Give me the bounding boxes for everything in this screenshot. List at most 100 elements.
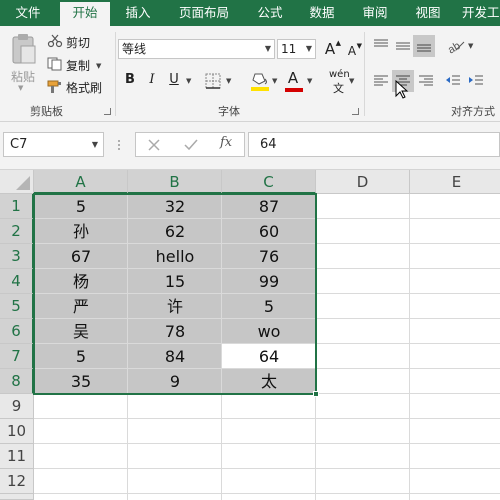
gridline bbox=[34, 493, 500, 494]
gridline bbox=[34, 468, 500, 469]
border-dropdown-icon[interactable]: ▼ bbox=[226, 77, 231, 85]
fill-color-icon[interactable] bbox=[250, 70, 270, 92]
column-header-e[interactable]: E bbox=[410, 170, 500, 194]
underline-button[interactable]: U bbox=[164, 70, 184, 90]
tab-view[interactable]: 视图 bbox=[408, 0, 448, 26]
copy-button[interactable]: 复制 bbox=[66, 57, 90, 74]
underline-dropdown-icon[interactable]: ▼ bbox=[186, 77, 191, 85]
row-header-10[interactable]: 10 bbox=[0, 419, 34, 444]
copy-icon bbox=[47, 57, 62, 71]
paste-icon[interactable] bbox=[9, 32, 39, 66]
decrease-indent-icon[interactable] bbox=[445, 73, 461, 89]
font-name-value: 等线 bbox=[122, 42, 147, 56]
caret-up-icon: ▲ bbox=[335, 39, 341, 47]
row-header-5[interactable]: 5 bbox=[0, 294, 34, 319]
ribbon-home: 粘贴 ▼ 剪切 复制 ▼ 格式刷 剪贴板 等线 ▼ 11 ▼ A ▲ A ▼ B I… bbox=[0, 26, 500, 122]
row-header-6[interactable]: 6 bbox=[0, 319, 34, 344]
highlight-color-swatch bbox=[251, 87, 269, 91]
align-left-icon[interactable] bbox=[373, 73, 389, 89]
tab-review[interactable]: 审阅 bbox=[355, 0, 395, 26]
border-icon[interactable] bbox=[205, 73, 221, 89]
increase-indent-icon[interactable] bbox=[468, 73, 484, 89]
insert-function-button[interactable]: fx bbox=[220, 135, 232, 150]
formula-input[interactable]: 64 bbox=[248, 132, 500, 157]
tab-home[interactable]: 开始 bbox=[60, 2, 110, 26]
name-box[interactable]: C7 ▼ bbox=[3, 132, 104, 157]
chevron-down-icon: ▼ bbox=[305, 44, 312, 53]
font-size-combo[interactable]: 11 ▼ bbox=[277, 39, 316, 59]
phonetic-guide-glyph: 文 bbox=[333, 82, 344, 95]
paste-button[interactable]: 粘贴 bbox=[11, 68, 35, 85]
caret-down-icon: ▼ bbox=[356, 42, 362, 50]
select-all-icon bbox=[16, 176, 30, 190]
worksheet-grid: A B C D E 1 2 3 4 5 6 7 8 9 10 11 12 13 … bbox=[0, 170, 500, 500]
column-header-d[interactable]: D bbox=[316, 170, 410, 194]
column-header-b[interactable]: B bbox=[128, 170, 222, 194]
column-header-c[interactable]: C bbox=[222, 170, 316, 194]
phonetic-guide-label[interactable]: wén bbox=[329, 69, 350, 80]
bold-button[interactable]: B bbox=[120, 70, 140, 90]
italic-button[interactable]: I bbox=[142, 70, 162, 90]
more-options-icon[interactable] bbox=[116, 138, 122, 152]
row-header-8[interactable]: 8 bbox=[0, 369, 34, 394]
tab-developer[interactable]: 开发工 bbox=[462, 0, 500, 26]
formula-bar: C7 ▼ fx 64 bbox=[0, 122, 500, 170]
select-all-button[interactable] bbox=[0, 170, 34, 194]
font-color-dropdown-icon[interactable]: ▼ bbox=[307, 77, 312, 85]
row-header-3[interactable]: 3 bbox=[0, 244, 34, 269]
row-header-7[interactable]: 7 bbox=[0, 344, 34, 369]
row-header-4[interactable]: 4 bbox=[0, 269, 34, 294]
format-painter-button[interactable]: 格式刷 bbox=[66, 79, 102, 96]
tab-insert[interactable]: 插入 bbox=[118, 0, 158, 26]
row-header-1[interactable]: 1 bbox=[0, 194, 34, 219]
shrink-font-glyph: A bbox=[347, 44, 357, 58]
phonetic-dropdown-icon[interactable]: ▼ bbox=[349, 77, 354, 85]
align-top-icon[interactable] bbox=[373, 38, 389, 54]
gridline bbox=[34, 443, 500, 444]
align-bottom-button[interactable] bbox=[413, 35, 435, 57]
align-bottom-icon bbox=[417, 44, 431, 52]
formula-buttons: fx bbox=[135, 132, 245, 157]
align-right-icon[interactable] bbox=[418, 73, 434, 89]
grow-font-button[interactable]: A ▲ bbox=[320, 39, 341, 59]
font-launcher-icon[interactable] bbox=[352, 108, 359, 115]
font-size-value: 11 bbox=[281, 42, 297, 56]
tab-file[interactable]: 文件 bbox=[4, 0, 52, 26]
tab-page-layout[interactable]: 页面布局 bbox=[174, 0, 234, 26]
chevron-down-icon: ▼ bbox=[91, 140, 98, 149]
column-header-a[interactable]: A bbox=[34, 170, 128, 194]
row-header-11[interactable]: 11 bbox=[0, 444, 34, 469]
copy-dropdown-icon[interactable]: ▼ bbox=[96, 62, 101, 70]
font-color-button[interactable]: A bbox=[283, 68, 303, 88]
orientation-icon[interactable]: ab bbox=[446, 38, 466, 54]
font-color-swatch bbox=[285, 88, 303, 92]
orientation-dropdown-icon[interactable]: ▼ bbox=[468, 42, 473, 50]
gridline bbox=[34, 418, 500, 419]
alignment-group-label: 对齐方式 bbox=[451, 105, 495, 118]
cut-button[interactable]: 剪切 bbox=[66, 34, 90, 51]
fill-color-dropdown-icon[interactable]: ▼ bbox=[272, 77, 277, 85]
align-middle-icon[interactable] bbox=[395, 38, 411, 54]
gridline bbox=[409, 194, 410, 500]
cancel-icon[interactable] bbox=[148, 139, 160, 151]
tab-data[interactable]: 数据 bbox=[302, 0, 342, 26]
font-group-label: 字体 bbox=[218, 105, 240, 118]
svg-text:ab: ab bbox=[446, 40, 463, 54]
selection-border bbox=[33, 193, 317, 395]
row-header-2[interactable]: 2 bbox=[0, 219, 34, 244]
enter-icon[interactable] bbox=[184, 139, 198, 151]
grow-font-glyph: A bbox=[324, 40, 336, 58]
group-divider bbox=[115, 32, 116, 116]
paste-dropdown-icon[interactable]: ▼ bbox=[18, 84, 23, 92]
tab-formulas[interactable]: 公式 bbox=[250, 0, 290, 26]
group-divider bbox=[364, 32, 365, 116]
name-box-value: C7 bbox=[10, 137, 28, 152]
row-header-12[interactable]: 12 bbox=[0, 469, 34, 494]
fill-handle[interactable] bbox=[313, 391, 319, 397]
chevron-down-icon: ▼ bbox=[264, 44, 271, 53]
row-header-13[interactable]: 13 bbox=[0, 494, 34, 500]
clipboard-launcher-icon[interactable] bbox=[104, 108, 111, 115]
row-header-9[interactable]: 9 bbox=[0, 394, 34, 419]
shrink-font-button[interactable]: A ▼ bbox=[342, 41, 362, 61]
font-name-combo[interactable]: 等线 ▼ bbox=[118, 39, 275, 59]
